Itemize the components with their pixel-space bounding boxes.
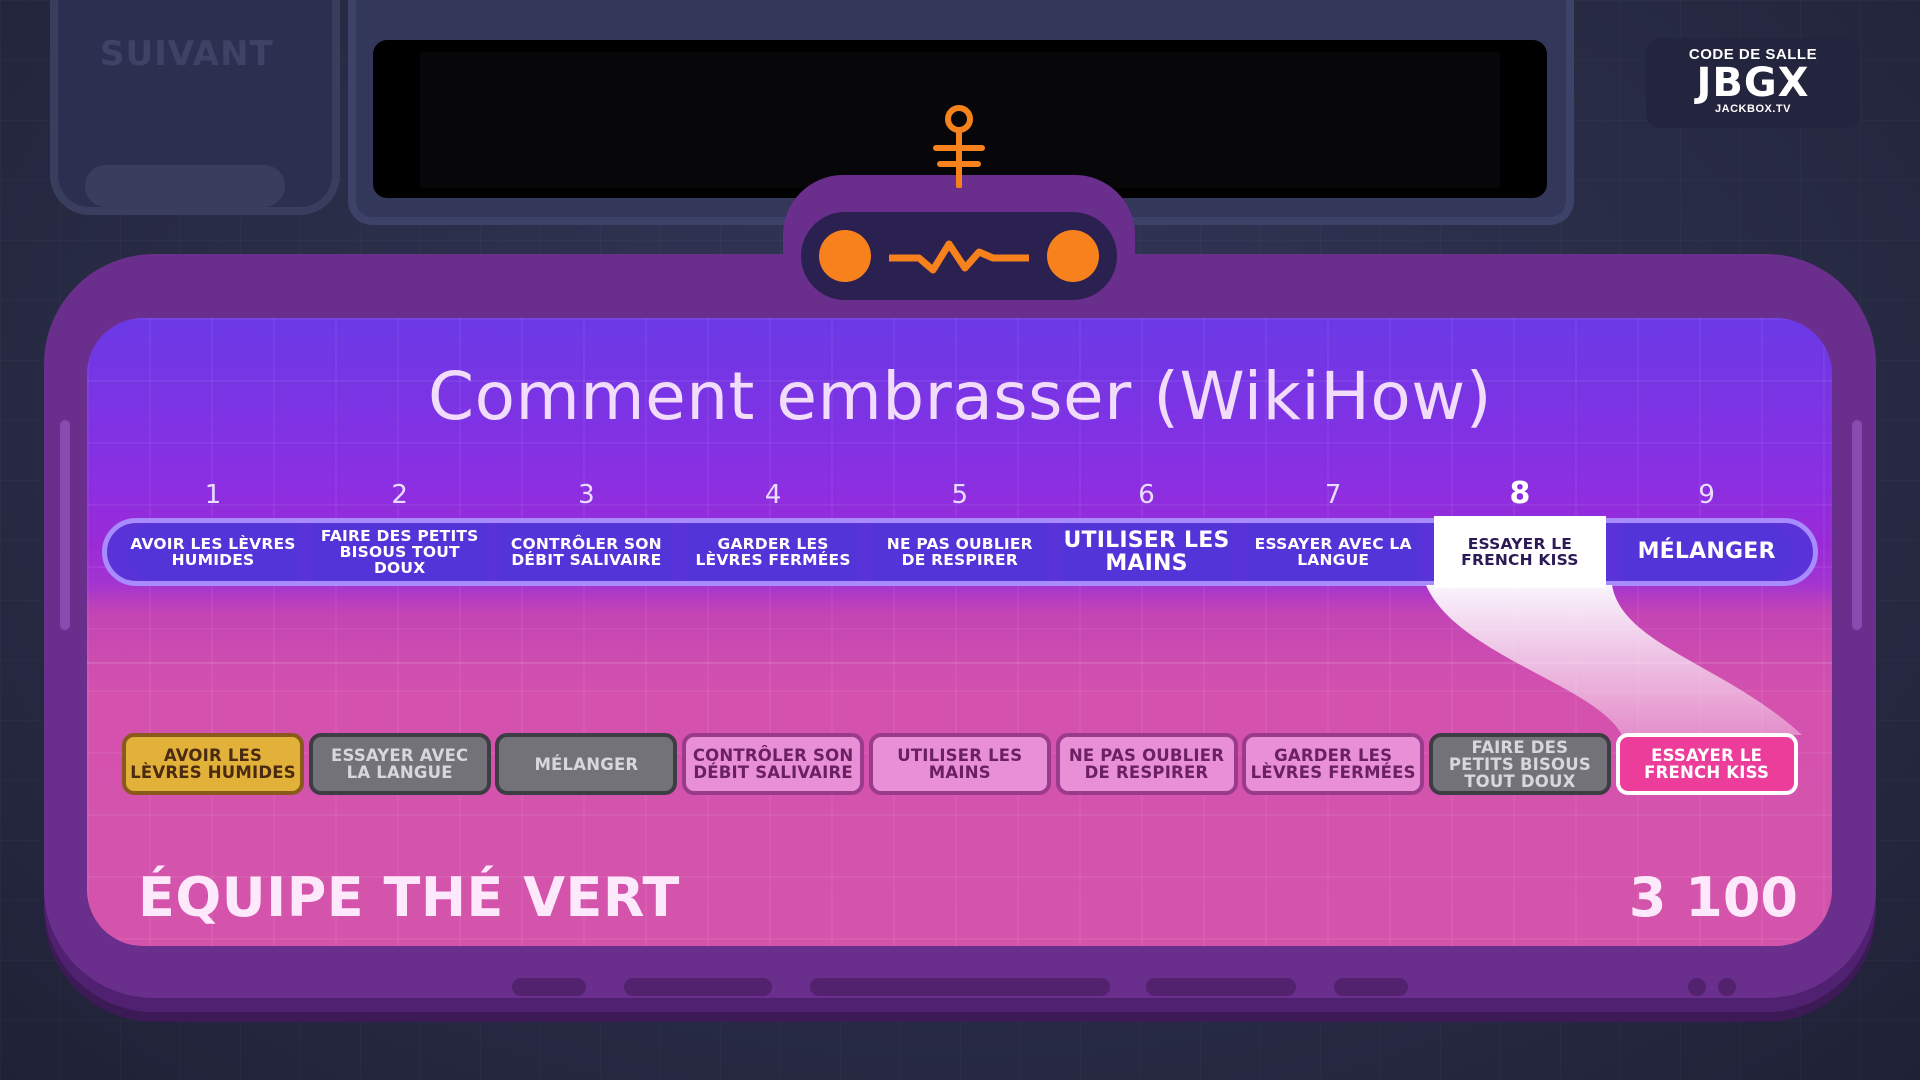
vent [624,978,772,996]
room-code-panel: CODE DE SALLE JBGX JACKBOX.TV [1646,38,1860,128]
vent [1688,978,1706,996]
sequence-step[interactable]: GARDER LES LÈVRES FERMÉES [687,524,860,580]
sequence-step[interactable]: UTILISER LES MAINS [1060,524,1233,580]
step-number: 3 [578,480,595,510]
step-number: 2 [391,480,408,510]
answer-tile[interactable]: UTILISER LES MAINS [868,733,1051,795]
answer-tile[interactable]: GARDER LES LÈVRES FERMÉES [1242,733,1425,795]
vent [1146,978,1296,996]
room-code-site: JACKBOX.TV [1715,103,1791,115]
room-code: JBGX [1696,60,1810,106]
sequence-step[interactable]: NE PAS OUBLIER DE RESPIRER [873,524,1046,580]
step-number: 1 [204,480,222,510]
eye-left-icon [819,230,871,282]
answer-label: FAIRE DES PETITS BISOUS TOUT DOUX [1448,737,1591,791]
sequence-step[interactable]: ESSAYER AVEC LA LANGUE [1247,524,1420,580]
answer-label: ESSAYER AVEC LA LANGUE [331,746,469,782]
machine-side-light-left [60,420,70,630]
step-number: 4 [764,480,782,510]
sequence-step[interactable]: AVOIR LES LÈVRES HUMIDES [127,524,299,580]
step-number: 7 [1324,480,1342,510]
team-name: ÉQUIPE THÉ VERT [138,866,680,929]
selection-ribbon [1426,585,1802,735]
answer-tile[interactable]: ESSAYER AVEC LA LANGUE [308,733,491,795]
vent [1718,978,1736,996]
answer-label: AVOIR LES LÈVRES HUMIDES [130,746,296,782]
sequence-step[interactable]: FAIRE DES PETITS BISOUS TOUT DOUX [313,524,486,580]
answer-label: NE PAS OUBLIER DE RESPIRER [1068,746,1225,782]
answer-tile[interactable]: ESSAYER LE FRENCH KISS [1615,733,1798,795]
step-number: 9 [1698,480,1715,510]
answer-label: MÉLANGER [534,754,639,774]
machine-side-light-right [1852,420,1862,630]
answer-label: CONTRÔLER SON DÉBIT SALIVAIRE [692,746,854,782]
team-score: 3 100 [1628,866,1798,929]
sequence-step[interactable]: ESSAYER LE FRENCH KISS [1433,516,1606,588]
pulse-wave-icon [889,240,1029,274]
vent [512,978,586,996]
step-number: 8 [1509,476,1531,511]
sequence-step[interactable]: CONTRÔLER SON DÉBIT SALIVAIRE [500,524,673,580]
step-number: 5 [951,480,969,510]
answer-label: GARDER LES LÈVRES FERMÉES [1250,746,1416,782]
answer-tile[interactable]: CONTRÔLER SON DÉBIT SALIVAIRE [682,733,865,795]
answer-tile[interactable]: FAIRE DES PETITS BISOUS TOUT DOUX [1428,733,1611,795]
meter [801,212,1117,300]
next-label: SUIVANT [100,34,274,74]
antenna-icon [933,105,985,188]
eye-right-icon [1047,230,1099,282]
question-title: Comment embrasser (WikiHow) [428,358,1492,435]
step-number: 6 [1138,480,1155,510]
answer-label: ESSAYER LE FRENCH KISS [1644,746,1770,782]
vent [1334,978,1408,996]
sequence-step[interactable]: MÉLANGER [1620,524,1793,580]
answer-tile[interactable]: MÉLANGER [495,733,678,795]
next-slot [85,165,285,207]
answer-tile[interactable]: NE PAS OUBLIER DE RESPIRER [1055,733,1238,795]
answer-label: UTILISER LES MAINS [897,746,1023,782]
answer-tile[interactable]: AVOIR LES LÈVRES HUMIDES [122,733,304,795]
vent [810,978,1110,996]
